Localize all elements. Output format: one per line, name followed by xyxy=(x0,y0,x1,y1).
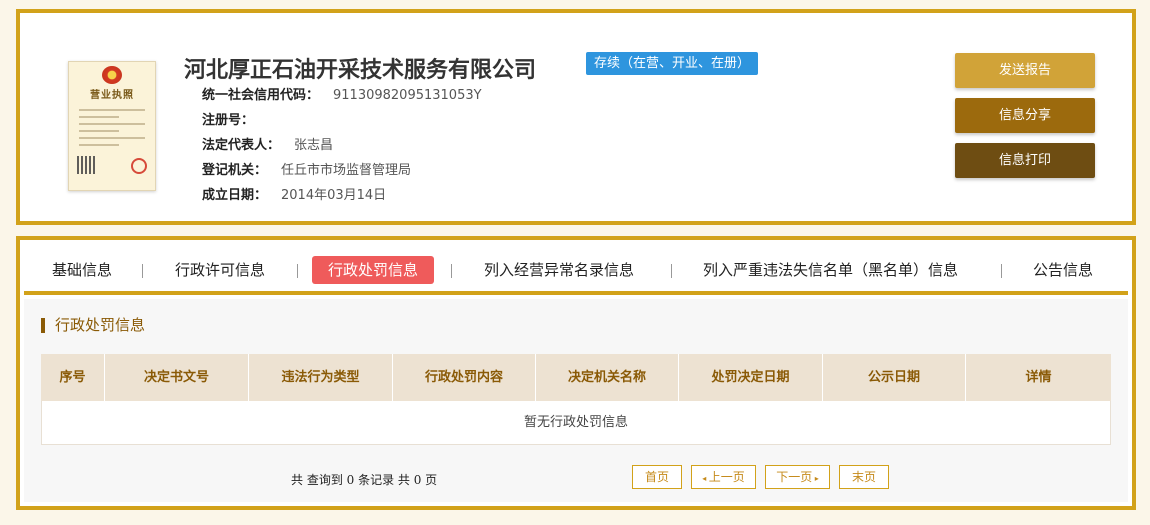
column-header: 决定机关名称 xyxy=(536,354,679,401)
qr-code-icon xyxy=(77,156,95,174)
info-row-reg-number: 注册号： xyxy=(202,108,482,133)
pagination-summary: 共 查询到 0 条记录 共 0 页 xyxy=(291,473,438,487)
company-card-inner: 营业执照 河北厚正石油开采技术服务有限公司 存续（在营、开业、在册） 统一社会信… xyxy=(24,17,1128,217)
status-badge: 存续（在营、开业、在册） xyxy=(586,52,759,75)
table-header: 序号 决定书文号 违法行为类型 行政处罚内容 决定机关名称 处罚决定日期 公示日… xyxy=(41,354,1111,401)
column-header: 处罚决定日期 xyxy=(679,354,823,401)
company-name: 河北厚正石油开采技术服务有限公司 xyxy=(184,57,537,83)
info-label: 注册号： xyxy=(202,113,255,128)
first-page-button[interactable]: 首页 xyxy=(632,465,682,489)
share-info-button[interactable]: 信息分享 xyxy=(955,98,1095,133)
info-row-credit-code: 统一社会信用代码： 91130982095131053Y xyxy=(202,83,482,108)
info-row-authority: 登记机关： 任丘市市场监督管理局 xyxy=(202,158,482,183)
info-label: 成立日期： xyxy=(202,188,268,203)
info-label: 登记机关： xyxy=(202,163,268,178)
prev-page-button[interactable]: ◂ 上一页 xyxy=(691,465,756,489)
tab-divider xyxy=(1001,264,1002,278)
seal-icon xyxy=(131,158,147,174)
tab-admin-license[interactable]: 行政许可信息 xyxy=(175,256,265,284)
column-header: 序号 xyxy=(41,354,105,401)
license-text-lines xyxy=(79,104,145,151)
penalty-table: 序号 决定书文号 违法行为类型 行政处罚内容 决定机关名称 处罚决定日期 公示日… xyxy=(41,354,1111,445)
penalty-section: 行政处罚信息 序号 决定书文号 违法行为类型 行政处罚内容 决定机关名称 处罚决… xyxy=(24,299,1128,502)
tab-divider xyxy=(451,264,452,278)
send-report-button[interactable]: 发送报告 xyxy=(955,53,1095,88)
column-header: 行政处罚内容 xyxy=(393,354,536,401)
info-row-legal-rep: 法定代表人： 张志昌 xyxy=(202,133,482,158)
tab-announcements[interactable]: 公告信息 xyxy=(1033,256,1093,284)
company-info-list: 统一社会信用代码： 91130982095131053Y 注册号： 法定代表人： 张… xyxy=(202,83,482,208)
tab-abnormal-operations[interactable]: 列入经营异常名录信息 xyxy=(484,256,634,284)
prev-page-label: 上一页 xyxy=(708,470,745,484)
tab-divider xyxy=(142,264,143,278)
tab-admin-penalty[interactable]: 行政处罚信息 xyxy=(312,256,435,284)
info-value: 张志昌 xyxy=(294,138,334,153)
license-title: 营业执照 xyxy=(90,90,134,101)
column-header: 公示日期 xyxy=(823,354,966,401)
column-header: 详情 xyxy=(1025,370,1052,385)
info-value: 2014年03月14日 xyxy=(281,188,387,203)
info-value: 91130982095131053Y xyxy=(333,88,482,103)
next-page-button[interactable]: 下一页 ▸ xyxy=(765,465,830,489)
section-title: 行政处罚信息 xyxy=(41,318,145,333)
tab-blacklist[interactable]: 列入严重违法失信名单（黑名单）信息 xyxy=(703,256,958,284)
empty-table-message: 暂无行政处罚信息 xyxy=(41,401,1111,445)
column-header: 违法行为类型 xyxy=(249,354,393,401)
info-row-established: 成立日期： 2014年03月14日 xyxy=(202,183,482,208)
national-emblem-icon xyxy=(102,66,122,84)
info-label: 法定代表人： xyxy=(202,138,281,153)
tab-divider xyxy=(671,264,672,278)
records-card: 基础信息 行政许可信息 行政处罚信息 列入经营异常名录信息 列入严重违法失信名单… xyxy=(16,236,1136,510)
business-license-image[interactable]: 营业执照 xyxy=(68,61,156,191)
info-value: 任丘市市场监督管理局 xyxy=(281,163,412,178)
caret-right-icon: ▸ xyxy=(812,474,819,483)
tab-divider xyxy=(297,264,298,278)
column-header: 决定书文号 xyxy=(105,354,249,401)
info-label: 统一社会信用代码： xyxy=(202,88,320,103)
last-page-button[interactable]: 末页 xyxy=(839,465,889,489)
company-card: 营业执照 河北厚正石油开采技术服务有限公司 存续（在营、开业、在册） 统一社会信… xyxy=(16,9,1136,225)
print-info-button[interactable]: 信息打印 xyxy=(955,143,1095,178)
tab-bar: 基础信息 行政许可信息 行政处罚信息 列入经营异常名录信息 列入严重违法失信名单… xyxy=(24,244,1128,295)
next-page-label: 下一页 xyxy=(776,470,813,484)
tab-basic-info[interactable]: 基础信息 xyxy=(52,256,112,284)
